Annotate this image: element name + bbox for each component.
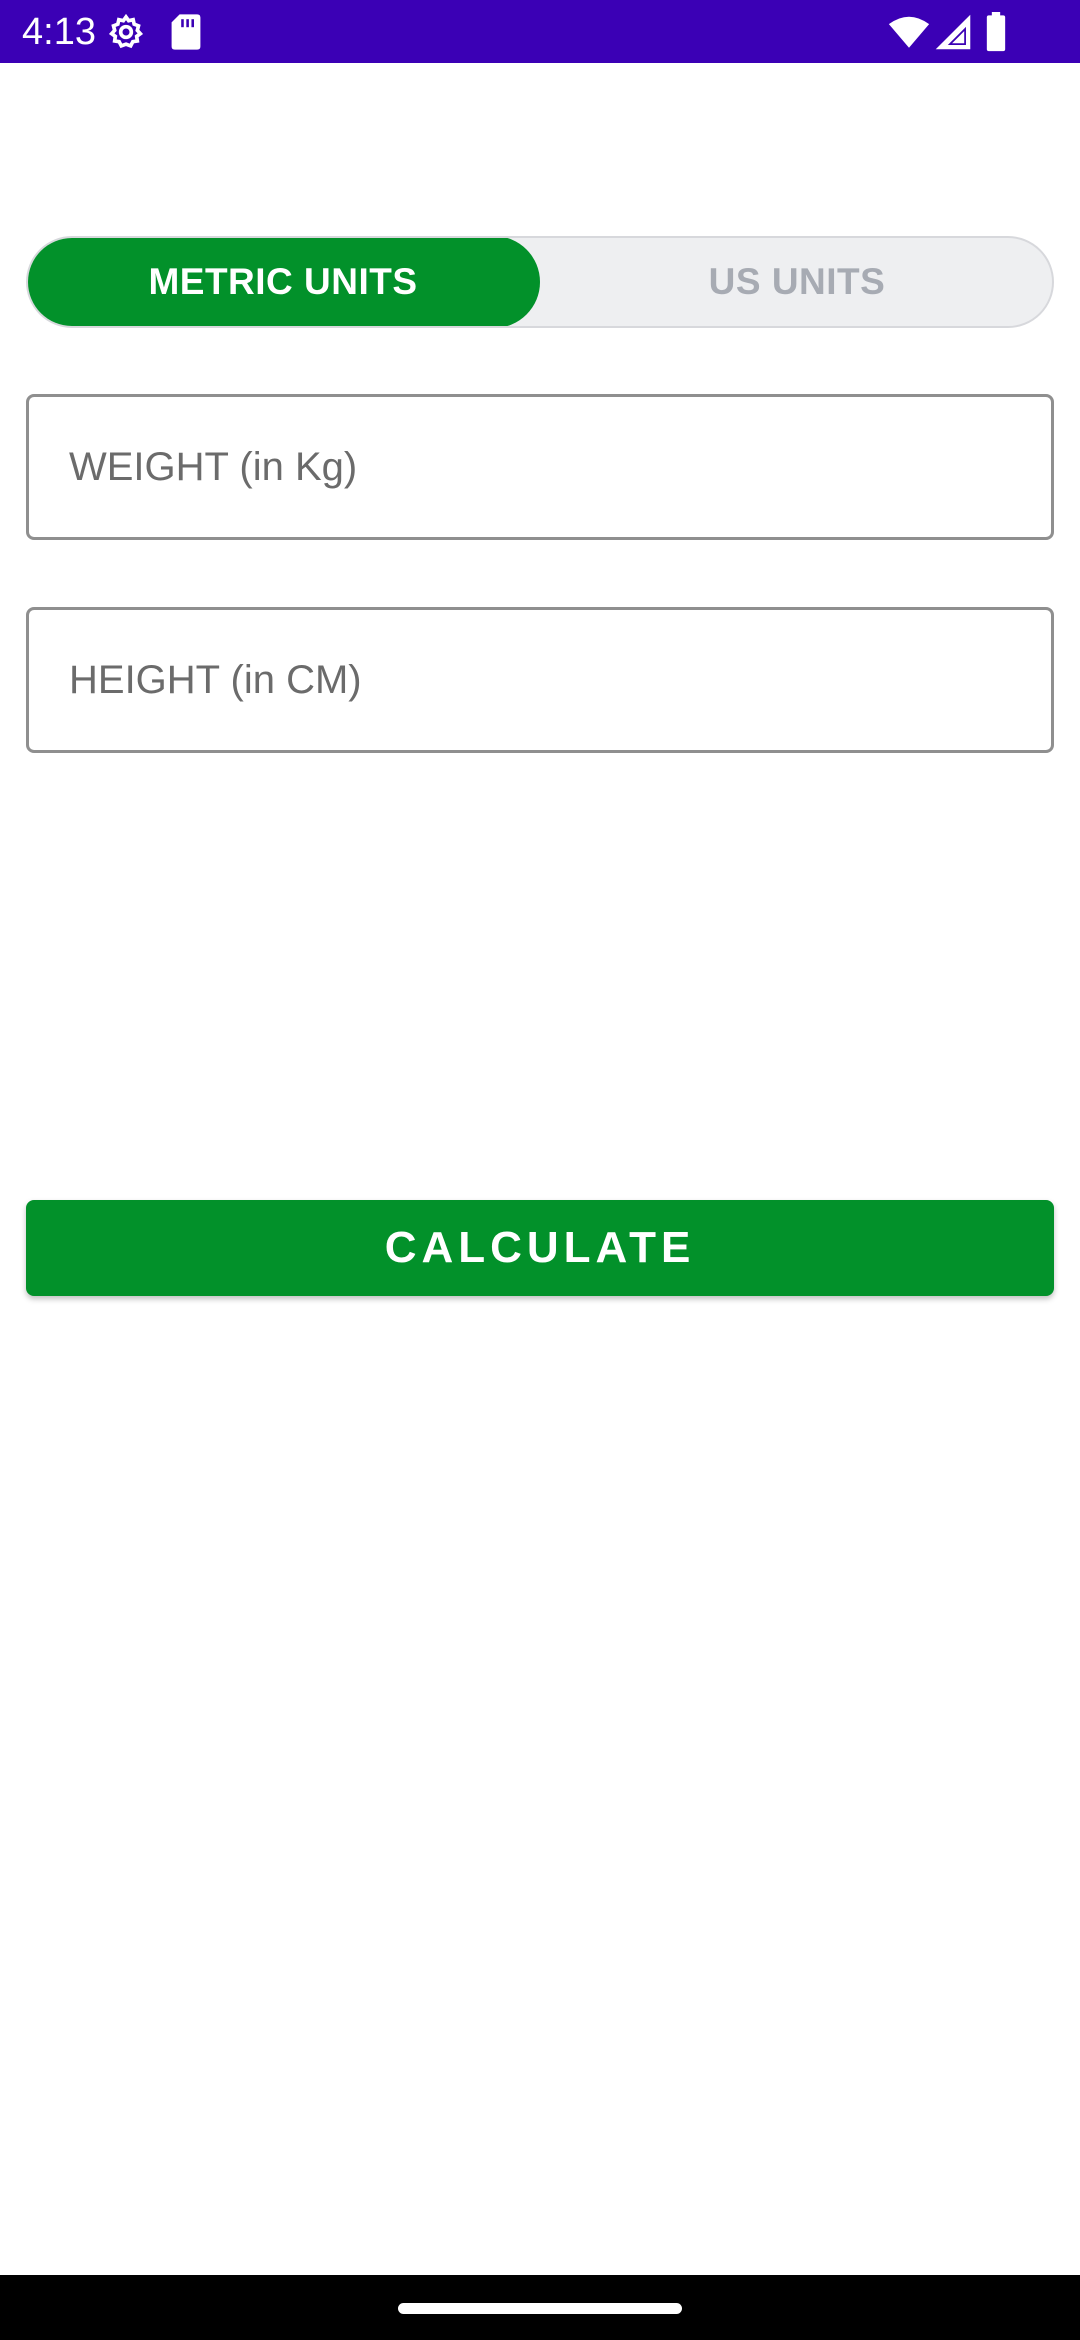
battery-icon: [986, 12, 1006, 52]
navigation-bar: [0, 2275, 1080, 2340]
height-input[interactable]: [69, 610, 1009, 750]
wifi-icon: [888, 16, 930, 48]
weight-field[interactable]: [26, 394, 1054, 540]
status-time: 4:13: [22, 11, 96, 53]
height-field[interactable]: [26, 607, 1054, 753]
home-gesture-handle[interactable]: [398, 2303, 682, 2314]
sd-card-icon: [171, 14, 201, 50]
weight-input[interactable]: [69, 397, 1009, 537]
units-toggle: METRIC UNITS US UNITS: [26, 236, 1054, 328]
settings-gear-icon: [108, 13, 144, 49]
metric-units-tab[interactable]: METRIC UNITS: [28, 238, 540, 326]
calculate-button[interactable]: CALCULATE: [26, 1200, 1054, 1296]
bmi-calculator-screen: 4:13 METRIC UNITS US UNITS WEIGHT (in Kg…: [0, 0, 1080, 2340]
status-bar: 4:13: [0, 0, 1080, 63]
cell-signal-icon: [935, 14, 971, 50]
us-units-tab[interactable]: US UNITS: [540, 238, 1052, 326]
